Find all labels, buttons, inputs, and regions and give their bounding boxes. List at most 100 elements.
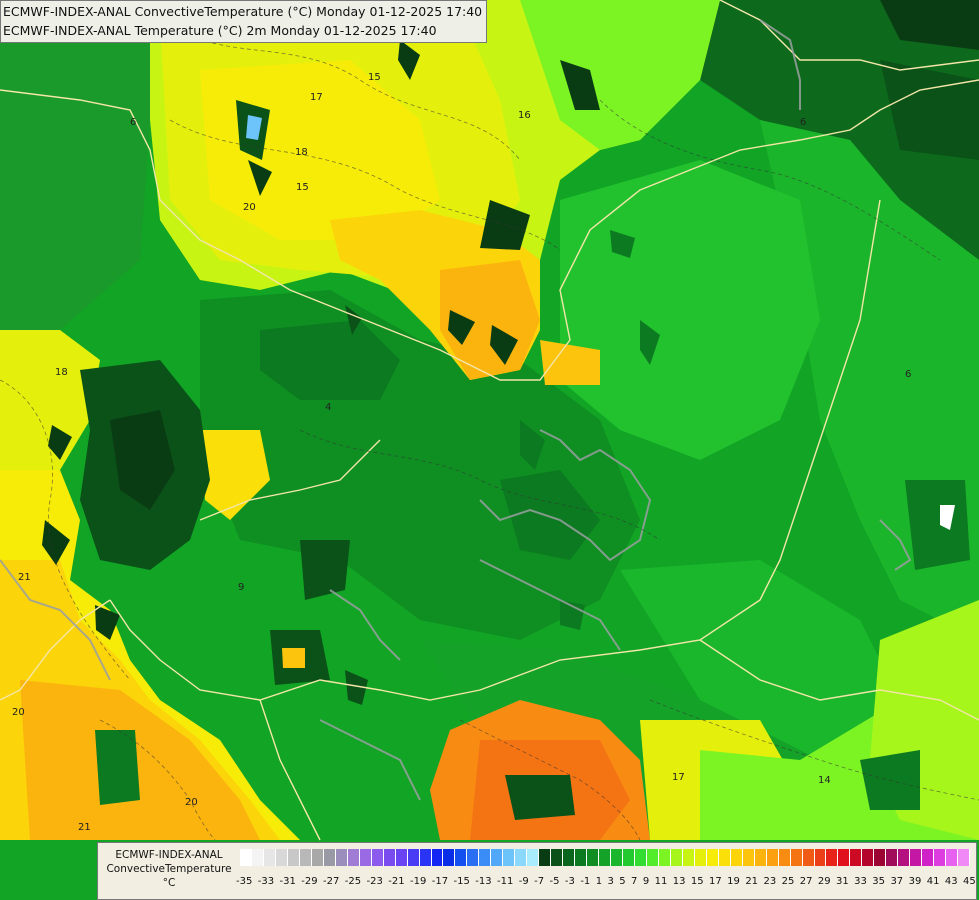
legend-swatch xyxy=(766,849,779,866)
legend-swatch xyxy=(623,849,635,866)
contour-label: 20 xyxy=(185,797,198,808)
contour-label: 15 xyxy=(368,72,381,83)
legend-swatch xyxy=(790,849,803,866)
legend-tick: 1 xyxy=(595,876,603,887)
legend-swatch xyxy=(946,849,959,866)
legend-swatch xyxy=(347,849,360,866)
legend-tick: -15 xyxy=(453,876,470,887)
legend-swatch xyxy=(910,849,923,866)
legend-title-parameter: ConvectiveTemperature xyxy=(106,863,232,875)
weather-map[interactable]: 15 17 18 16 20 15 6 18 4 21 20 20 17 14 … xyxy=(0,0,979,900)
color-legend: ECMWF-INDEX-ANAL ConvectiveTemperature °… xyxy=(97,842,977,900)
legend-tick: 3 xyxy=(607,876,614,887)
legend-swatch xyxy=(563,849,576,866)
legend-swatch xyxy=(455,849,468,866)
contour-label: 20 xyxy=(243,202,256,213)
legend-swatch xyxy=(323,849,336,866)
legend-tick: 27 xyxy=(799,876,813,887)
legend-tick: 45 xyxy=(963,876,976,887)
legend-swatch xyxy=(407,849,420,866)
legend-swatch xyxy=(431,849,444,866)
legend-swatch xyxy=(802,849,815,866)
legend-tick: 9 xyxy=(642,876,650,887)
contour-label: 9 xyxy=(238,582,244,593)
legend-tick: -31 xyxy=(279,876,296,887)
legend-swatch xyxy=(682,849,695,866)
legend-swatch xyxy=(730,849,743,866)
legend-tick: -17 xyxy=(431,876,449,887)
legend-swatch xyxy=(646,849,659,866)
header-line-convective: ECMWF-INDEX-ANAL ConvectiveTemperature (… xyxy=(3,4,483,19)
contour-label: 20 xyxy=(12,707,25,718)
legend-tick: 21 xyxy=(745,876,759,887)
legend-swatch xyxy=(886,849,899,866)
legend-swatch xyxy=(778,849,791,866)
legend-swatch xyxy=(958,849,971,866)
legend-swatch xyxy=(826,849,839,866)
legend-tick: -29 xyxy=(301,876,318,887)
legend-tick: 39 xyxy=(908,876,922,887)
legend-swatch xyxy=(934,849,947,866)
map-header: ECMWF-INDEX-ANAL ConvectiveTemperature (… xyxy=(0,0,488,43)
legend-swatch xyxy=(311,849,324,866)
legend-title-model: ECMWF-INDEX-ANAL xyxy=(115,849,223,861)
legend-tick: 7 xyxy=(631,876,638,887)
contour-label: 16 xyxy=(518,110,531,121)
legend-swatch xyxy=(491,849,504,866)
legend-title: ECMWF-INDEX-ANAL ConvectiveTemperature °… xyxy=(102,848,236,890)
legend-swatch xyxy=(850,849,863,866)
contour-label: 6 xyxy=(800,117,806,128)
legend-tick: -13 xyxy=(475,876,492,887)
legend-swatch xyxy=(275,849,288,866)
legend-tick: 43 xyxy=(944,876,958,887)
contour-label: 4 xyxy=(325,402,331,413)
header-line-temperature: ECMWF-INDEX-ANAL Temperature (°C) 2m Mon… xyxy=(3,23,437,38)
legend-swatch xyxy=(539,849,552,866)
legend-swatch xyxy=(479,849,492,866)
legend-swatch xyxy=(467,849,480,866)
legend-tick: 29 xyxy=(817,876,831,887)
legend-tick: -25 xyxy=(344,876,362,887)
legend-tick: -21 xyxy=(388,876,405,887)
legend-tick: 5 xyxy=(619,876,626,887)
legend-swatch xyxy=(718,849,731,866)
legend-swatch xyxy=(263,849,276,866)
legend-tick: 13 xyxy=(672,876,686,887)
legend-swatch xyxy=(742,849,755,866)
legend-tick: 31 xyxy=(836,876,849,887)
legend-tick: -11 xyxy=(497,876,514,887)
legend-tick: 23 xyxy=(763,876,777,887)
legend-swatch xyxy=(611,849,623,866)
legend-swatch xyxy=(754,849,767,866)
legend-tick: -19 xyxy=(410,876,427,887)
legend-tick: 37 xyxy=(890,876,904,887)
contour-label: 18 xyxy=(55,367,68,378)
legend-swatch xyxy=(287,849,300,866)
legend-swatch xyxy=(898,849,911,866)
legend-swatch xyxy=(587,849,600,866)
legend-swatch xyxy=(658,849,671,866)
legend-swatch xyxy=(251,849,264,866)
contour-label: 6 xyxy=(130,117,136,128)
legend-swatch xyxy=(670,849,683,866)
legend-swatch xyxy=(371,849,384,866)
contour-label: 15 xyxy=(296,182,309,193)
legend-tick: -27 xyxy=(323,876,340,887)
legend-tick: 11 xyxy=(654,876,668,887)
legend-swatch xyxy=(874,849,887,866)
contour-label: 18 xyxy=(295,147,308,158)
legend-swatch xyxy=(419,849,432,866)
legend-unit: °C xyxy=(162,877,176,889)
legend-swatch xyxy=(503,849,516,866)
legend-swatch xyxy=(527,849,540,866)
legend-tick: 25 xyxy=(781,876,795,887)
contour-label: 17 xyxy=(672,772,685,783)
legend-swatch xyxy=(862,849,875,866)
legend-ticks: -35 -33 -31 -29 -27 -25 -23 -21 -19 -17 -15 -13 -11-… xyxy=(236,876,976,887)
legend-tick: 35 xyxy=(872,876,886,887)
contour-label: 21 xyxy=(78,822,91,833)
legend-tick: -9 xyxy=(518,876,529,887)
legend-swatch xyxy=(395,849,408,866)
legend-swatch xyxy=(551,849,564,866)
legend-tick: 19 xyxy=(727,876,740,887)
